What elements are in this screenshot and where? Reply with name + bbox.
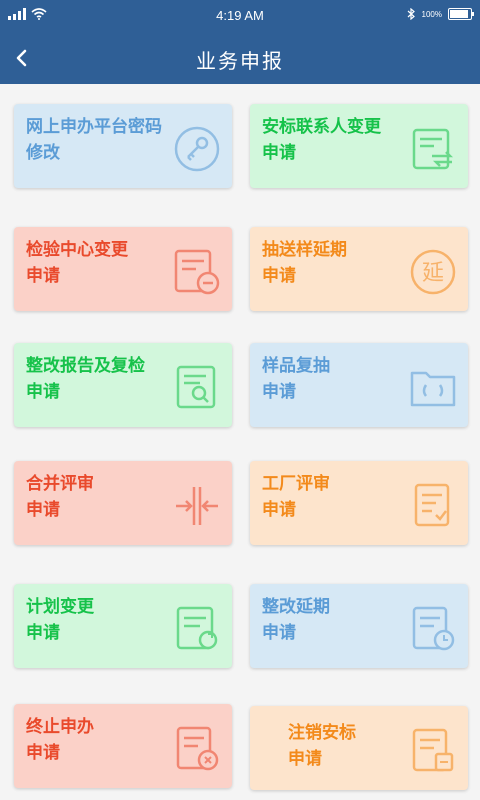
card-label: 检验中心变更 申请 bbox=[26, 237, 128, 289]
card-line1: 安标联系人变更 bbox=[262, 117, 381, 137]
card-label: 终止申办 申请 bbox=[26, 714, 94, 766]
top-nav-bar: 业务申报 bbox=[0, 32, 480, 84]
card-sampling-extension[interactable]: 抽送样延期 申请 延 bbox=[250, 227, 468, 311]
card-line1: 工厂评审 bbox=[262, 474, 330, 494]
card-line2: 申请 bbox=[262, 143, 296, 163]
svg-text:延: 延 bbox=[422, 261, 444, 286]
document-check-icon bbox=[414, 483, 450, 527]
card-line1: 合并评审 bbox=[26, 474, 94, 494]
document-minus-icon bbox=[174, 249, 220, 295]
card-password-change[interactable]: 网上申办平台密码 修改 bbox=[14, 104, 232, 188]
card-label: 计划变更 申请 bbox=[26, 594, 94, 646]
card-line1: 注销安标 bbox=[288, 723, 356, 743]
card-label: 整改报告及复检 申请 bbox=[26, 353, 145, 405]
card-label: 工厂评审 申请 bbox=[262, 471, 330, 523]
document-refresh-icon bbox=[176, 606, 218, 650]
card-line2: 申请 bbox=[262, 623, 296, 643]
status-right: 100% bbox=[406, 8, 474, 20]
card-line2: 申请 bbox=[26, 266, 60, 286]
card-line1: 抽送样延期 bbox=[262, 240, 347, 260]
key-icon bbox=[174, 126, 220, 172]
card-label: 样品复抽 申请 bbox=[262, 353, 330, 405]
service-grid: 网上申办平台密码 修改 安标联系人变更 申请 检验中心变更 申请 抽送样延期 申… bbox=[0, 84, 480, 800]
card-factory-review[interactable]: 工厂评审 申请 bbox=[250, 461, 468, 545]
extension-seal-icon: 延 bbox=[410, 249, 456, 295]
card-line2: 申请 bbox=[262, 266, 296, 286]
bluetooth-icon bbox=[407, 8, 415, 20]
card-contact-change[interactable]: 安标联系人变更 申请 bbox=[250, 104, 468, 188]
card-cancel-safety-mark[interactable]: 注销安标 申请 bbox=[250, 706, 468, 790]
card-label: 抽送样延期 申请 bbox=[262, 237, 347, 289]
card-line2: 申请 bbox=[288, 749, 322, 769]
card-line1: 整改延期 bbox=[262, 597, 330, 617]
battery-percent: 100% bbox=[421, 9, 442, 19]
card-line1: 检验中心变更 bbox=[26, 240, 128, 260]
folder-refresh-icon bbox=[410, 371, 456, 407]
card-label: 安标联系人变更 申请 bbox=[262, 114, 381, 166]
card-sample-resampling[interactable]: 样品复抽 申请 bbox=[250, 343, 468, 427]
document-search-icon bbox=[176, 365, 216, 409]
card-line1: 网上申办平台密码 bbox=[26, 117, 162, 137]
card-label: 注销安标 申请 bbox=[288, 720, 356, 772]
card-merge-review[interactable]: 合并评审 申请 bbox=[14, 461, 232, 545]
card-label: 网上申办平台密码 修改 bbox=[26, 114, 162, 166]
document-clock-icon bbox=[412, 606, 455, 651]
card-terminate-application[interactable]: 终止申办 申请 bbox=[14, 704, 232, 788]
card-line1: 样品复抽 bbox=[262, 356, 330, 376]
card-label: 合并评审 申请 bbox=[26, 471, 94, 523]
merge-icon bbox=[176, 487, 218, 525]
card-line2: 申请 bbox=[262, 500, 296, 520]
card-line1: 整改报告及复检 bbox=[26, 356, 145, 376]
card-line2: 申请 bbox=[26, 382, 60, 402]
card-label: 整改延期 申请 bbox=[262, 594, 330, 646]
battery-icon bbox=[448, 8, 474, 20]
document-stop-icon bbox=[176, 726, 219, 771]
status-bar: 4:19 AM 100% bbox=[0, 0, 480, 32]
document-exchange-icon bbox=[412, 128, 454, 170]
document-cancel-icon bbox=[412, 728, 454, 772]
card-line2: 申请 bbox=[26, 743, 60, 763]
card-rectification-extension[interactable]: 整改延期 申请 bbox=[250, 584, 468, 668]
card-line1: 终止申办 bbox=[26, 717, 94, 737]
card-inspection-center-change[interactable]: 检验中心变更 申请 bbox=[14, 227, 232, 311]
page-title: 业务申报 bbox=[196, 49, 284, 73]
card-line2: 申请 bbox=[26, 500, 60, 520]
card-line2: 申请 bbox=[262, 382, 296, 402]
card-line2: 修改 bbox=[26, 143, 60, 163]
card-rectification-report[interactable]: 整改报告及复检 申请 bbox=[14, 343, 232, 427]
card-line1: 计划变更 bbox=[26, 597, 94, 617]
card-line2: 申请 bbox=[26, 623, 60, 643]
card-plan-change[interactable]: 计划变更 申请 bbox=[14, 584, 232, 668]
